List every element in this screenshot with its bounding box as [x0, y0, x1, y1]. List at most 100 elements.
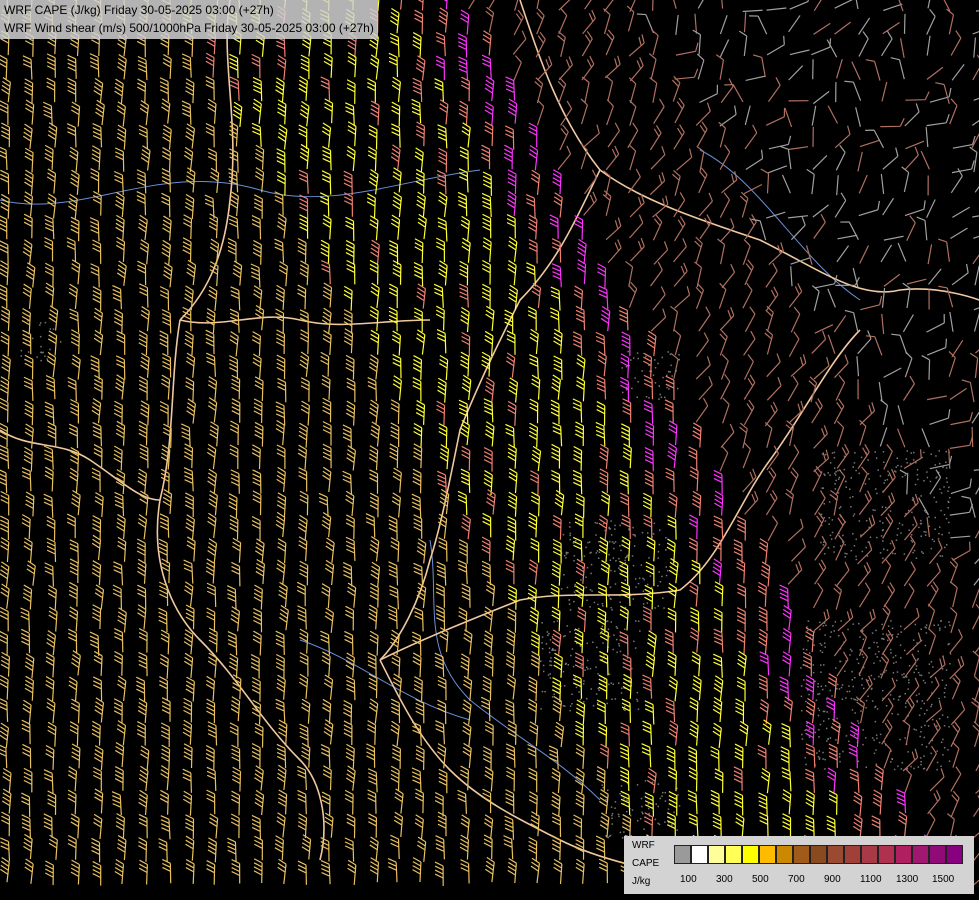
terrain-dot — [636, 784, 639, 786]
terrain-dot — [39, 335, 42, 338]
terrain-dot — [822, 487, 824, 489]
legend-swatch — [759, 845, 776, 864]
terrain-dot — [942, 466, 944, 469]
terrain-dot — [949, 663, 951, 665]
terrain-dot — [669, 353, 672, 355]
terrain-dot — [836, 717, 838, 720]
terrain-dot — [852, 533, 854, 535]
terrain-dot — [548, 651, 551, 654]
terrain-dot — [908, 679, 910, 681]
terrain-dot — [648, 397, 650, 399]
terrain-dot — [541, 690, 544, 693]
terrain-dot — [635, 620, 637, 622]
terrain-dot — [874, 720, 877, 723]
terrain-dot — [661, 356, 663, 359]
terrain-dot — [920, 519, 922, 522]
terrain-dot — [578, 691, 580, 693]
terrain-dot — [826, 740, 828, 742]
terrain-dot — [838, 507, 841, 509]
terrain-dot — [948, 532, 950, 534]
terrain-dot — [579, 698, 582, 701]
terrain-dot — [36, 356, 38, 358]
terrain-dot — [637, 357, 639, 360]
terrain-dot — [546, 631, 549, 633]
terrain-dot — [915, 668, 917, 670]
terrain-dot — [845, 486, 847, 488]
terrain-dot — [608, 635, 611, 638]
terrain-dot — [640, 564, 643, 566]
terrain-dot — [948, 497, 951, 499]
terrain-dot — [609, 559, 612, 561]
terrain-dot — [614, 698, 617, 700]
terrain-dot — [908, 681, 910, 684]
legend-field: CAPE — [632, 858, 660, 869]
terrain-dot — [562, 533, 565, 536]
terrain-dot — [873, 739, 875, 741]
terrain-dot — [640, 797, 643, 800]
terrain-dot — [571, 703, 573, 705]
terrain-dot — [925, 632, 928, 634]
terrain-dot — [652, 533, 655, 535]
terrain-dot — [825, 727, 828, 730]
terrain-dot — [871, 632, 874, 634]
terrain-dot — [595, 693, 598, 695]
terrain-dot — [930, 752, 932, 755]
terrain-dot — [892, 672, 895, 674]
terrain-dot — [839, 753, 841, 755]
terrain-dot — [911, 511, 913, 514]
terrain-dot — [626, 799, 628, 801]
terrain-dot — [647, 807, 650, 810]
terrain-dot — [678, 358, 680, 361]
terrain-dot — [642, 590, 645, 592]
terrain-dot — [654, 367, 657, 369]
terrain-dot — [850, 549, 853, 552]
terrain-dot — [888, 634, 890, 636]
terrain-dot — [933, 540, 935, 543]
terrain-dot — [850, 506, 852, 508]
legend-swatch — [691, 845, 708, 864]
terrain-dot — [673, 811, 675, 814]
terrain-dot — [880, 673, 882, 675]
terrain-dot — [664, 791, 666, 794]
terrain-dot — [569, 526, 571, 528]
terrain-dot — [920, 495, 922, 497]
terrain-dot — [824, 634, 826, 636]
terrain-dot — [875, 629, 877, 632]
terrain-dot — [948, 621, 950, 623]
terrain-dot — [872, 509, 874, 511]
terrain-dot — [614, 807, 616, 809]
terrain-dot — [608, 553, 610, 556]
terrain-dot — [568, 599, 570, 601]
terrain-dot — [619, 524, 621, 527]
terrain-dot — [611, 812, 614, 815]
terrain-dot — [910, 539, 913, 542]
terrain-dot — [900, 657, 902, 659]
terrain-dot — [618, 815, 620, 818]
terrain-dot — [670, 364, 672, 367]
terrain-dot — [632, 564, 635, 567]
terrain-dot — [895, 539, 898, 541]
terrain-dot — [893, 662, 895, 664]
terrain-dot — [931, 718, 934, 721]
terrain-dot — [928, 672, 930, 674]
terrain-dot — [896, 671, 899, 673]
terrain-dot — [879, 475, 882, 477]
terrain-dot — [851, 709, 854, 711]
terrain-dot — [542, 670, 545, 673]
terrain-dot — [619, 831, 622, 834]
terrain-dot — [859, 649, 861, 651]
terrain-dot — [862, 729, 864, 731]
terrain-dot — [655, 803, 657, 805]
terrain-dot — [586, 666, 588, 668]
terrain-dot — [914, 483, 917, 486]
terrain-dot — [865, 707, 867, 709]
terrain-dot — [823, 720, 825, 722]
terrain-dot — [575, 540, 577, 542]
terrain-dot — [610, 534, 613, 536]
terrain-dot — [908, 665, 911, 667]
terrain-dot — [664, 821, 666, 823]
terrain-dot — [833, 457, 836, 459]
terrain-dot — [882, 689, 884, 692]
terrain-dot — [898, 522, 901, 525]
terrain-dot — [648, 557, 650, 559]
